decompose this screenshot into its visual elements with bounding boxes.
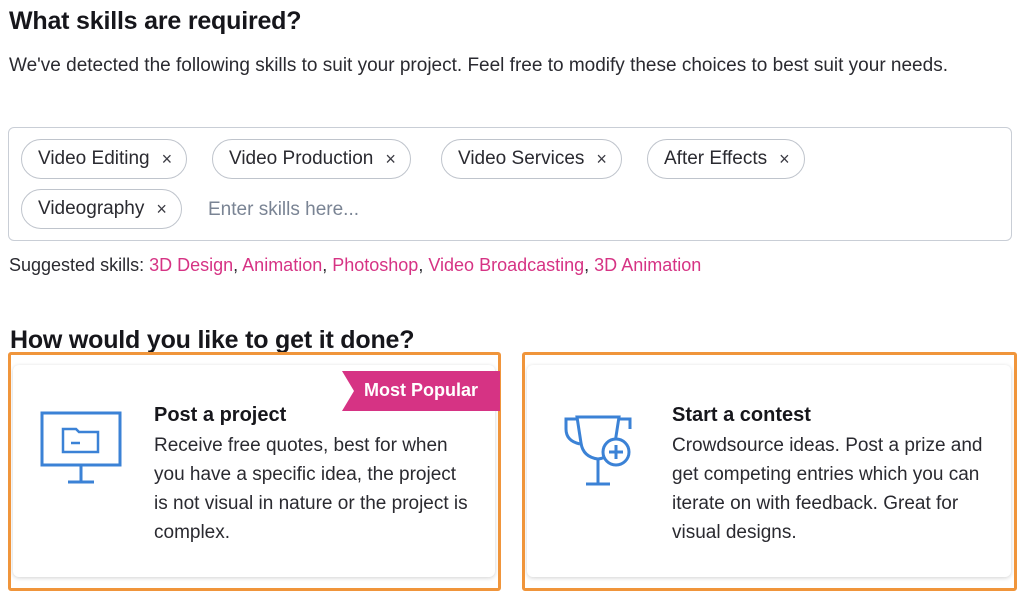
most-popular-badge: Most Popular [342,371,500,411]
skill-chip-label: After Effects [664,148,768,169]
skill-chip-video-production: Video Production × [212,139,411,179]
suggested-skills-label: Suggested skills: [9,255,145,275]
post-project-description: Receive free quotes, best for when you h… [154,435,468,543]
skill-chip-videography: Videography × [21,189,182,229]
post-project-title: Post a project [154,404,287,426]
skill-search-input[interactable] [208,196,508,224]
remove-icon[interactable]: × [779,149,790,170]
suggested-skill-photoshop[interactable]: Photoshop [332,255,418,275]
remove-icon[interactable]: × [385,149,396,170]
skill-chip-label: Video Editing [38,148,150,169]
suggested-skill-3d-animation[interactable]: 3D Animation [594,255,701,275]
suggested-skill-video-broadcasting[interactable]: Video Broadcasting [428,255,584,275]
separator: , [233,255,239,275]
remove-icon[interactable]: × [156,199,167,220]
skill-chip-label: Video Production [229,148,374,169]
skill-chip-label: Video Services [458,148,585,169]
skill-chip-after-effects: After Effects × [647,139,805,179]
skill-chip-label: Videography [38,198,145,219]
remove-icon[interactable]: × [596,149,607,170]
separator: , [418,255,424,275]
suggested-skill-animation[interactable]: Animation [242,255,322,275]
monitor-folder-icon [40,411,122,490]
start-contest-description: Crowdsource ideas. Post a prize and get … [672,435,983,543]
start-contest-title: Start a contest [672,404,811,426]
separator: , [322,255,328,275]
suggested-skill-3d-design[interactable]: 3D Design [149,255,233,275]
separator: , [584,255,590,275]
suggested-skills: Suggested skills: 3D Design, Animation, … [9,255,701,276]
badge-label: Most Popular [364,380,479,400]
skills-description: We've detected the following skills to s… [9,55,948,76]
skill-chip-video-services: Video Services × [441,139,622,179]
how-heading: How would you like to get it done? [10,326,415,354]
trophy-plus-icon [563,413,639,494]
skills-heading: What skills are required? [9,7,302,35]
skill-chip-video-editing: Video Editing × [21,139,188,179]
remove-icon[interactable]: × [162,149,173,170]
